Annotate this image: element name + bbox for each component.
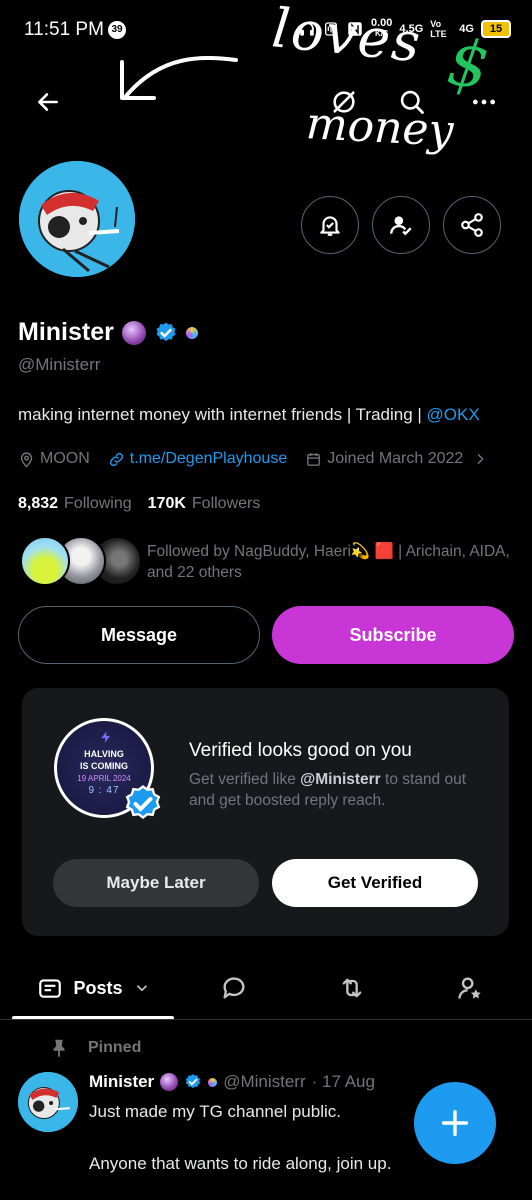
crystal-ball-icon — [160, 1073, 179, 1091]
subscribe-button[interactable]: Subscribe — [272, 606, 514, 664]
verified-badge-icon — [186, 1074, 201, 1089]
following-count[interactable]: 8,832 — [18, 495, 58, 513]
person-star-icon — [458, 977, 481, 999]
followers-label[interactable]: Followers — [192, 495, 260, 513]
post-text-line: Just made my TG channel public. — [89, 1102, 341, 1121]
scribble-text-loves: loves — [269, 0, 425, 75]
maybe-later-button[interactable]: Maybe Later — [53, 859, 259, 907]
profile-tabs: Posts — [0, 960, 532, 1020]
follow-counts: 8,832 Following 170K Followers — [18, 495, 260, 513]
profile-avatar[interactable] — [16, 158, 138, 280]
following-status-button[interactable] — [372, 196, 430, 254]
bio-mention-link[interactable]: @OKX — [427, 405, 480, 424]
notification-count-badge: 39 — [108, 21, 126, 39]
tabs-divider — [0, 1019, 532, 1020]
more-icon — [472, 99, 496, 105]
grok-button[interactable] — [326, 84, 362, 120]
location-text: MOON — [40, 450, 90, 467]
followed-by-avatars[interactable] — [20, 536, 142, 588]
back-button[interactable] — [30, 84, 66, 120]
followed-by-text[interactable]: Followed by NagBuddy, Haeri💫 🟥 | Arichai… — [147, 541, 517, 583]
chevron-right-icon — [477, 453, 485, 465]
compose-post-button[interactable] — [414, 1082, 496, 1164]
affiliate-badge-icon[interactable] — [185, 326, 198, 339]
tab-reposts[interactable] — [324, 960, 380, 1016]
profile-bio: making internet money with internet frie… — [18, 405, 480, 424]
chevron-down-icon — [136, 985, 147, 992]
promo-description: Get verified like @Ministerr to stand ou… — [189, 771, 467, 809]
more-options-button[interactable] — [466, 84, 502, 120]
top-nav — [0, 80, 532, 124]
website-link[interactable]: t.me/DegenPlayhouse — [130, 450, 287, 468]
following-label[interactable]: Following — [64, 495, 132, 513]
post-author-handle: @Ministerr — [223, 1072, 306, 1091]
profile-name: Minister — [18, 318, 114, 346]
crystal-ball-icon — [121, 320, 146, 345]
post-date: · 17 Aug — [311, 1072, 375, 1091]
pinned-label-row: Pinned — [48, 1037, 141, 1059]
post-text-line: Anyone that wants to ride along, join up… — [89, 1154, 392, 1173]
post-author-avatar[interactable] — [18, 1072, 78, 1132]
tab-posts[interactable]: Posts — [14, 960, 174, 1016]
link-icon — [109, 452, 123, 466]
website-item[interactable]: t.me/DegenPlayhouse — [108, 450, 287, 468]
plus-icon — [441, 1109, 469, 1137]
status-time: 11:51 PM — [24, 19, 104, 40]
location-pin-icon — [20, 451, 33, 468]
post-author-name[interactable]: Minister — [89, 1072, 154, 1092]
joined-item[interactable]: Joined March 2022 — [305, 450, 488, 468]
profile-handle: @Ministerr — [18, 355, 101, 374]
verified-badge-icon[interactable] — [154, 321, 178, 345]
share-icon — [461, 213, 483, 237]
reply-bubble-icon — [223, 977, 245, 999]
profile-name-row: Minister — [18, 318, 198, 347]
verification-promo-card: HALVING IS COMING 19 APRIL 2024 9 : 47 V… — [22, 688, 509, 936]
tab-replies[interactable] — [206, 960, 262, 1016]
location-item: MOON — [18, 450, 90, 468]
follower-avatar — [20, 536, 70, 586]
post-header: Minister @Ministerr · 17 Aug — [89, 1072, 375, 1092]
posts-tab-icon — [39, 979, 62, 998]
back-arrow-icon — [38, 93, 58, 111]
pin-icon — [53, 1039, 65, 1058]
lightning-icon — [101, 731, 111, 743]
avatar-illustration — [18, 1072, 78, 1132]
verified-badge-icon — [125, 785, 161, 819]
joined-text: Joined March 2022 — [327, 450, 464, 467]
affiliate-badge-icon — [208, 1077, 218, 1087]
followers-count[interactable]: 170K — [148, 495, 186, 513]
message-button[interactable]: Message — [18, 606, 260, 664]
bell-check-icon — [320, 216, 340, 236]
get-verified-button[interactable]: Get Verified — [272, 859, 478, 907]
person-check-icon — [390, 216, 412, 236]
grok-icon — [333, 91, 355, 113]
repost-icon — [342, 978, 362, 998]
avatar-illustration — [19, 161, 135, 277]
pinned-label: Pinned — [88, 1039, 142, 1056]
profile-meta-row: MOON t.me/DegenPlayhouse Joined March 20… — [18, 450, 506, 468]
notifications-button[interactable] — [301, 196, 359, 254]
share-button[interactable] — [443, 196, 501, 254]
promo-title: Verified looks good on you — [189, 740, 412, 761]
tab-highlights[interactable] — [442, 960, 498, 1016]
volte-label: Vo LTE — [430, 18, 447, 39]
tab-posts-label: Posts — [73, 977, 123, 998]
calendar-icon — [307, 452, 321, 466]
search-button[interactable] — [394, 84, 430, 120]
search-icon — [400, 90, 424, 114]
